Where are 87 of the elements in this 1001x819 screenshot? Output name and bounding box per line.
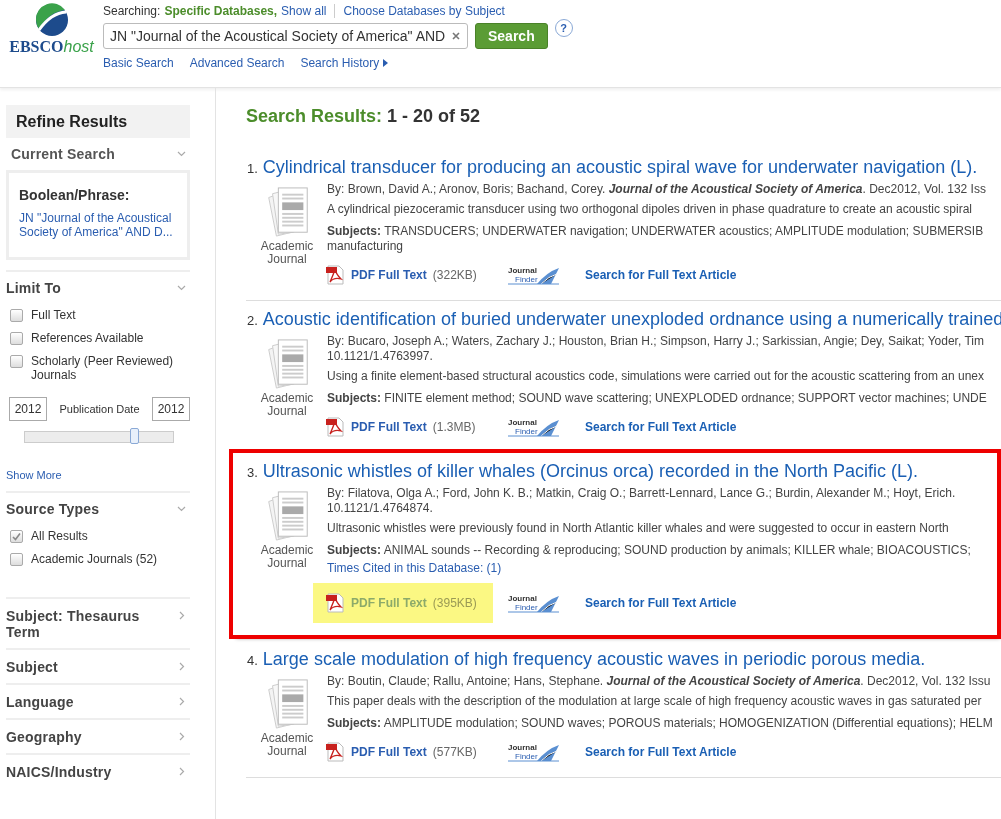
journal-finder-logo: Journal Finder (507, 264, 559, 286)
journal-finder-logo: Journal Finder (507, 592, 559, 614)
file-size: (395KB) (432, 596, 477, 610)
checkbox[interactable] (10, 332, 23, 345)
author-line: By: Brown, David A.; Aronov, Boris; Bachand, Corey. Journal of the Acoustical Society of America. Dec2012, Vol. 132 Iss (327, 182, 987, 197)
publication-type: Academic Journal (259, 544, 315, 570)
doi-text: 10.1121/1.4763997. (327, 349, 434, 364)
section-heading[interactable]: Language (6, 694, 74, 710)
section-heading[interactable]: Limit To (6, 280, 61, 296)
abstract-text: Using a finite element-based structural acoustics code, simulations were carried out for the acoustic scattering from an unex (327, 369, 985, 384)
result-number: 2. (247, 313, 258, 328)
file-size: (322KB) (432, 268, 477, 282)
result-title-link[interactable]: Large scale modulation of high frequency acoustic waves in periodic porous media. (262, 649, 926, 670)
search-field[interactable]: JN "Journal of the Acoustical Society of America" AND (103, 23, 468, 49)
result-number: 3. (247, 465, 258, 480)
section-heading[interactable]: Geography (6, 729, 82, 745)
checkbox-label: All Results (31, 529, 88, 543)
results-label: Search Results: (246, 106, 383, 126)
nav-link[interactable]: Advanced Search (189, 56, 285, 70)
publication-type: Academic Journal (259, 240, 315, 266)
checkbox-label: Full Text (31, 308, 76, 322)
abstract-text: Ultrasonic whistles were previously found in North Atlantic killer whales and were suggested to occur in eastern North (327, 521, 950, 536)
pdf-full-text-link[interactable]: PDF Full Text (351, 268, 427, 282)
show-more-link[interactable]: Show More (6, 469, 62, 481)
full-text-search-link[interactable]: Search for Full Text Article (585, 420, 737, 434)
pdf-full-text-link[interactable]: PDF Full Text (351, 745, 427, 759)
pdf-icon (325, 593, 345, 613)
pdf-icon (325, 265, 345, 285)
searching-label: Searching: (103, 4, 161, 18)
result-number: 4. (247, 653, 258, 668)
pdf-icon (325, 742, 345, 762)
slider-handle[interactable] (129, 428, 139, 444)
publication-type: Academic Journal (259, 732, 315, 758)
pdf-full-text-link[interactable]: PDF Full Text (351, 420, 427, 434)
database-scope: Specific Databases, (164, 4, 278, 18)
subjects-text: Subjects: FINITE element method; SOUND wave scattering; UNEXPLODED ordnance; SUPPORT vector machines; UNDE (327, 391, 988, 406)
subjects-text: Subjects: ANIMAL sounds -- Recording & reproducing; SOUND production by animals; KILLER whale; BIOACOUSTICS; (327, 543, 972, 558)
section-heading[interactable]: Subject: Thesaurus Term (6, 608, 177, 640)
result-title-link[interactable]: Cylindrical transducer for producing an acoustic spiral wave for underwater navigation (L). (262, 157, 978, 178)
result-number: 1. (247, 161, 258, 176)
subjects-text: manufacturing (327, 239, 405, 254)
search-label: Boolean/Phrase: (19, 187, 131, 203)
journal-finder-logo: Journal Finder (507, 416, 559, 438)
date-from-field[interactable]: 2012 (9, 397, 47, 421)
checkbox[interactable] (10, 309, 23, 322)
author-line: By: Boutin, Claude; Rallu, Antoine; Hans, Stephane. Journal of the Acoustical Society of America. Dec2012, Vol. 132 Issu (327, 674, 992, 689)
result-title-link[interactable]: Ultrasonic whistles of killer whales (Orcinus orca) recorded in the North Pacific (L). (262, 461, 919, 482)
clear-icon (451, 31, 461, 41)
full-text-search-link[interactable]: Search for Full Text Article (585, 745, 737, 759)
search-query-link[interactable]: JN "Journal of the Acoustical Society of America" AND D... (19, 211, 177, 239)
pdf-icon (325, 417, 345, 437)
results-range: 1 - 20 of 52 (387, 106, 481, 126)
logo-text: EBSCOhost (9, 38, 94, 56)
abstract-text: A cylindrical piezoceramic transducer using two orthogonal dipoles driven in phase quadrature to create an acoustic spiral (327, 202, 974, 217)
section-heading[interactable]: Source Types (6, 501, 100, 517)
date-label: Publication Date (59, 403, 140, 415)
subjects-text: Subjects: AMPLITUDE modulation; SOUND waves; POROUS materials; HOMOGENIZATION (Differential equations); HELM (327, 716, 994, 731)
nav-link[interactable]: Search History (300, 56, 380, 70)
section-heading[interactable]: Current Search (11, 146, 115, 162)
globe-logo-icon (34, 3, 69, 37)
choose-databases-link[interactable]: Choose Databases by Subject (343, 4, 505, 18)
abstract-text: This paper deals with the description of the modulation at large scale of high frequency acoustic waves in gas saturated per (327, 694, 983, 709)
full-text-search-link[interactable]: Search for Full Text Article (585, 268, 737, 282)
times-cited-link[interactable]: Times Cited in this Database: (1) (327, 561, 502, 575)
author-line: By: Filatova, Olga A.; Ford, John K. B.; Matkin, Craig O.; Barrett-Lennard, Lance G.; Burdin, Alexander M.; Hoyt, Erich. (327, 486, 957, 501)
section-heading[interactable]: Subject (6, 659, 58, 675)
checkbox-label: Academic Journals (52) (31, 552, 158, 566)
subjects-text: Subjects: TRANSDUCERS; UNDERWATER navigation; UNDERWATER acoustics; AMPLITUDE modulation; SUBMERSIB (327, 224, 985, 239)
checkbox[interactable] (10, 530, 23, 543)
checkbox[interactable] (10, 355, 23, 368)
doi-text: 10.1121/1.4764874. (327, 501, 434, 516)
file-size: (577KB) (432, 745, 477, 759)
checkbox-label: Scholarly (Peer Reviewed) Journals (31, 354, 175, 382)
show-all-link[interactable]: Show all (281, 4, 327, 18)
file-size: (1.3MB) (432, 420, 476, 434)
checkbox-label: References Available (31, 331, 144, 345)
slider-track[interactable] (24, 431, 174, 443)
date-to-field[interactable]: 2012 (152, 397, 190, 421)
author-line: By: Bucaro, Joseph A.; Waters, Zachary J.; Houston, Brian H.; Simpson, Harry J.; Sarkissian, Angie; Dey, Saikat; Yoder, Tim (327, 334, 985, 349)
section-heading[interactable]: NAICS/Industry (6, 764, 112, 780)
journal-finder-logo: Journal Finder (507, 741, 559, 763)
full-text-search-link[interactable]: Search for Full Text Article (585, 596, 737, 610)
sidebar-title: Refine Results (6, 105, 190, 138)
publication-type: Academic Journal (259, 392, 315, 418)
checkbox[interactable] (10, 553, 23, 566)
caret-right-icon (383, 59, 389, 67)
nav-link[interactable]: Basic Search (103, 56, 174, 70)
